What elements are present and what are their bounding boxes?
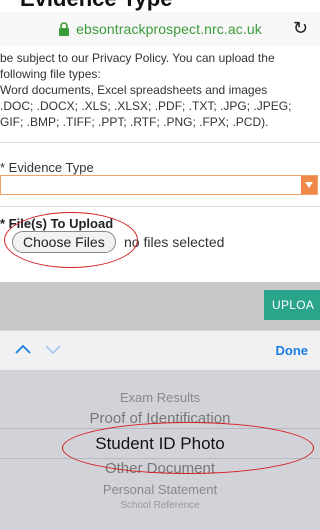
picker-option[interactable]: Exam Results — [0, 390, 320, 405]
picker-option[interactable]: Personal Statement — [0, 482, 320, 497]
chevron-down-icon[interactable] — [44, 343, 62, 355]
picker-option[interactable]: School Reference — [0, 500, 320, 511]
picker-selection-line — [0, 428, 320, 429]
privacy-policy-text: be subject to our Privacy Policy. You ca… — [0, 50, 318, 130]
evidence-type-label: * Evidence Type — [0, 160, 94, 175]
reload-icon[interactable]: ↻ — [293, 18, 308, 39]
policy-line: be subject to our Privacy Policy. You ca… — [0, 51, 275, 65]
page-heading-text: Evidence Type — [20, 0, 172, 12]
policy-line: following file types: — [0, 67, 101, 81]
picker-option[interactable]: Proof of Identification — [0, 410, 320, 427]
policy-line: GIF; .BMP; .TIFF; .PPT; .RTF; .PNG; .FPX… — [0, 115, 269, 129]
divider — [0, 142, 320, 143]
picker-option-selected[interactable]: Student ID Photo — [0, 434, 320, 454]
address-url: ebsontrackprospect.nrc.ac.uk — [76, 21, 262, 37]
lock-icon — [59, 22, 70, 36]
choose-files-button[interactable]: Choose Files — [12, 231, 116, 253]
done-button[interactable]: Done — [276, 343, 309, 358]
picker-option[interactable]: Other Document — [0, 460, 320, 477]
page-heading-fragment: Evidence Type — [0, 0, 320, 12]
address-bar[interactable]: ebsontrackprospect.nrc.ac.uk ↻ — [0, 12, 320, 46]
option-picker[interactable]: Exam Results Proof of Identification Stu… — [0, 370, 320, 530]
no-files-status: no files selected — [124, 234, 225, 250]
evidence-type-select[interactable] — [0, 175, 318, 195]
picker-selection-line — [0, 458, 320, 459]
file-upload-label: * File(s) To Upload — [0, 216, 114, 231]
picker-toolbar: Done — [0, 330, 320, 371]
policy-line: Word documents, Excel spreadsheets and i… — [0, 83, 268, 97]
upload-button[interactable]: UPLOA — [264, 290, 320, 320]
divider — [0, 206, 320, 207]
policy-line: .DOC; .DOCX; .XLS; .XLSX; .PDF; .TXT; .J… — [0, 99, 292, 113]
chevron-up-icon[interactable] — [14, 343, 32, 355]
chevron-down-icon[interactable] — [301, 176, 317, 194]
